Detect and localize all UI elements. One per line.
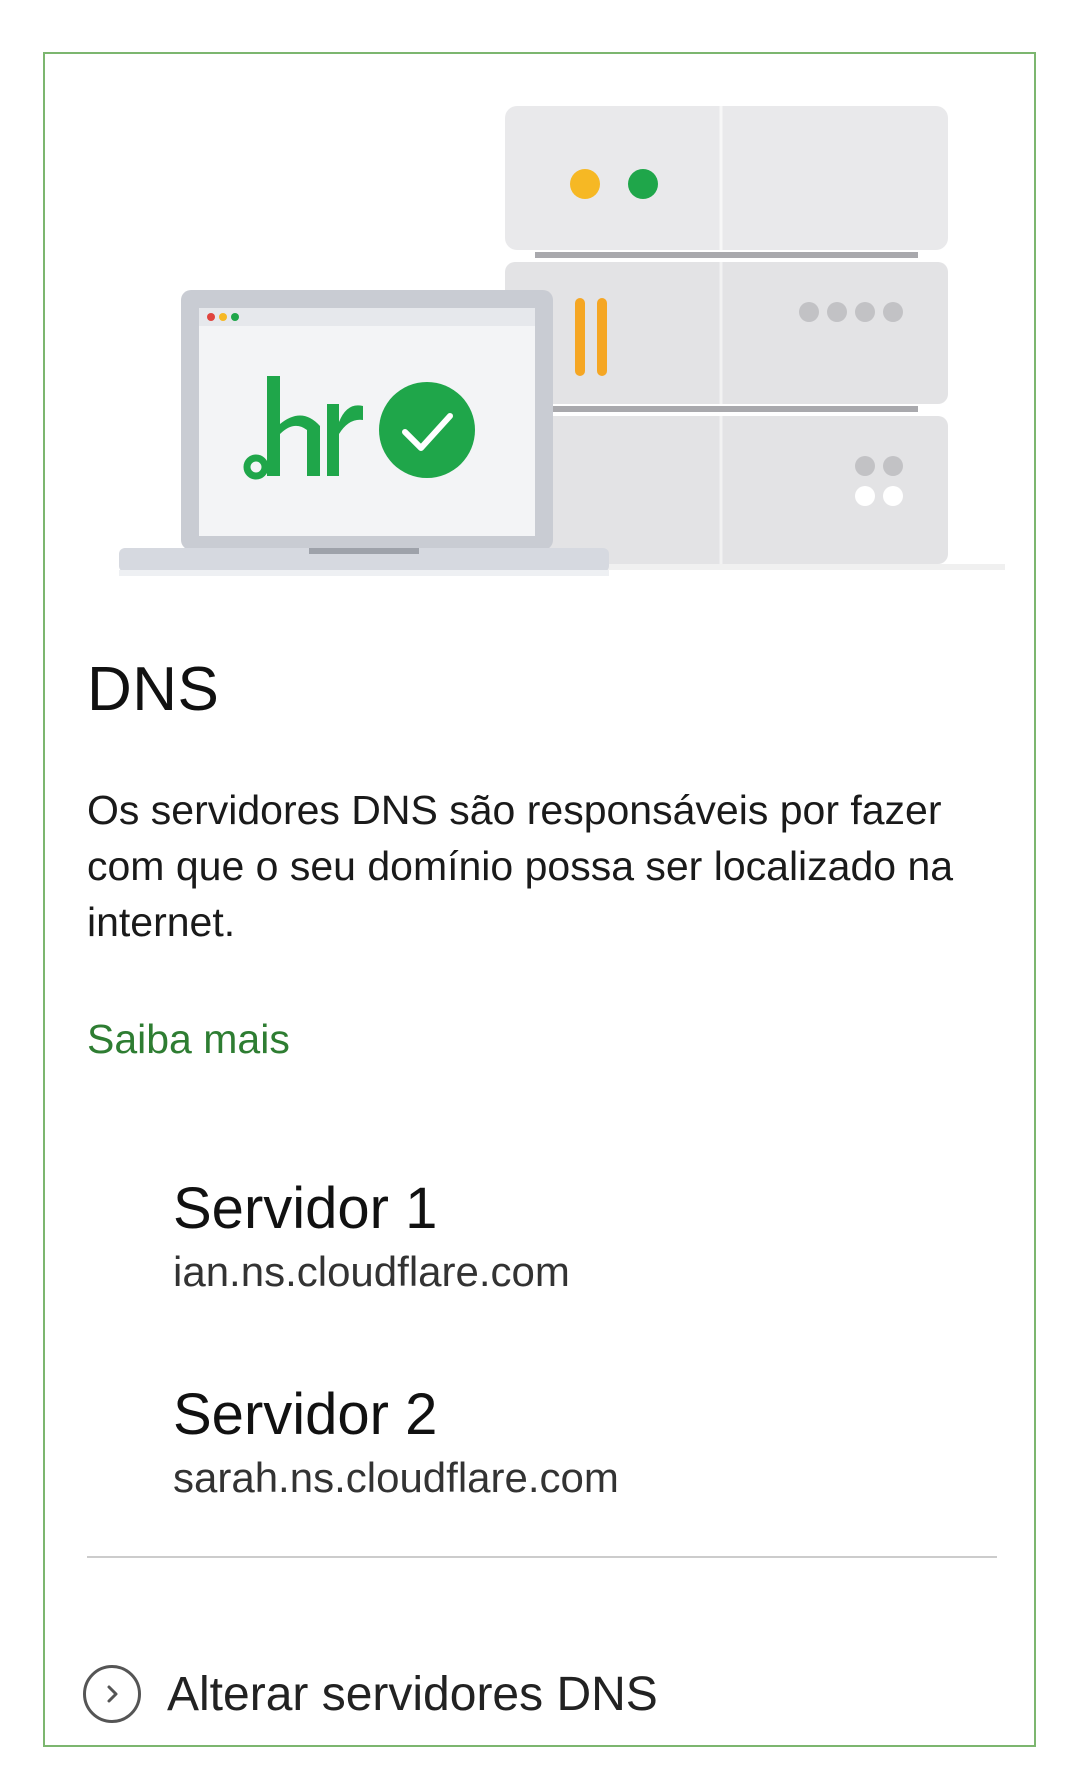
server-hostname: ian.ns.cloudflare.com xyxy=(173,1248,570,1295)
server-label: Servidor 2 xyxy=(173,1382,438,1447)
learn-more-link[interactable]: Saiba mais xyxy=(87,1016,290,1063)
dns-card: DNS Os servidores DNS são responsáveis p… xyxy=(43,52,1036,1747)
laptop-icon xyxy=(119,290,609,576)
server-label: Servidor 1 xyxy=(173,1176,438,1241)
server-entry-1: Servidor 1 ian.ns.cloudflare.com xyxy=(173,1176,570,1298)
dns-illustration xyxy=(45,54,1034,594)
dns-description: Os servidores DNS são responsáveis por f… xyxy=(87,787,954,945)
change-dns-servers-button[interactable]: Alterar servidores DNS xyxy=(83,1649,658,1739)
check-circle-icon xyxy=(379,382,475,478)
server-rack-icon xyxy=(505,106,1005,570)
servers-laptop-illustration xyxy=(119,106,1005,576)
change-dns-label: Alterar servidores DNS xyxy=(167,1667,658,1721)
page-title: DNS xyxy=(87,655,220,724)
divider xyxy=(87,1556,997,1558)
server-hostname: sarah.ns.cloudflare.com xyxy=(173,1454,619,1501)
server-entry-2: Servidor 2 sarah.ns.cloudflare.com xyxy=(173,1382,619,1504)
chevron-right-circle-icon xyxy=(83,1665,141,1723)
